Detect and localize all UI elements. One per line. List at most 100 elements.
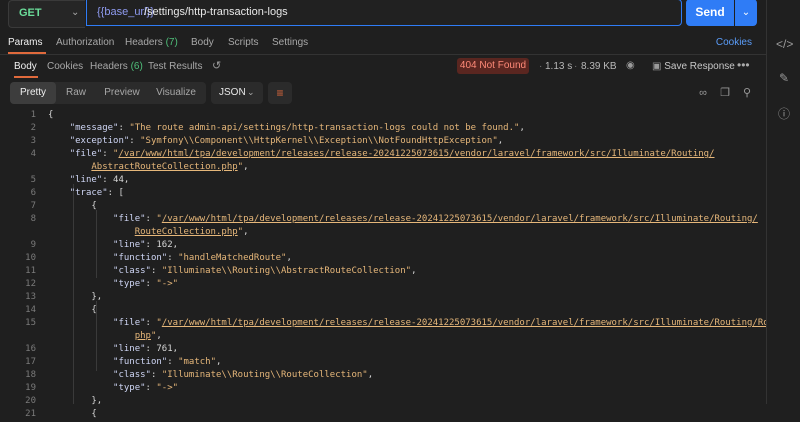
code-line: 11 "class": "Illuminate\\Routing\\Abstra… (0, 266, 766, 279)
line-number: 17 (25, 357, 36, 367)
code-line: 12 "type": "->" (0, 279, 766, 292)
line-number: 13 (25, 292, 36, 302)
search-icon[interactable]: ⚲ (740, 86, 754, 100)
line-number: 5 (30, 175, 36, 185)
view-visualize[interactable]: Visualize (148, 82, 204, 104)
tab-headers[interactable]: Headers (7) (125, 37, 178, 48)
more-options-icon[interactable]: ••• (737, 58, 750, 72)
wrap-lines-icon[interactable]: ≡ (268, 82, 292, 104)
code-line: RouteCollection.php", (0, 227, 766, 240)
response-toolbar: Pretty Raw Preview Visualize JSON ⌄ ≡ ∞ … (0, 80, 766, 108)
code-text: "message": "The route admin-api/settings… (69, 123, 525, 133)
response-body[interactable]: 1{2 "message": "The route admin-api/sett… (0, 108, 796, 419)
code-line: 13 }, (0, 292, 766, 305)
code-line: 17 "function": "match", (0, 357, 766, 370)
code-line: 2 "message": "The route admin-api/settin… (0, 123, 766, 136)
line-number: 6 (30, 188, 36, 198)
active-tab-indicator (14, 76, 38, 78)
code-line: 14 { (0, 305, 766, 318)
comments-icon[interactable]: ✎ (776, 70, 792, 86)
code-line: 1{ (0, 110, 766, 123)
code-line: 15 "file": "/var/www/html/tpa/developmen… (0, 318, 796, 331)
url-input[interactable]: {{base_url}} /settings/http-transaction-… (86, 0, 682, 26)
method-select[interactable]: GET ⌄ (8, 0, 85, 28)
code-line: 21 { (0, 409, 766, 422)
code-line: 8 "file": "/var/www/html/tpa/development… (0, 214, 766, 227)
view-preview[interactable]: Preview (96, 82, 148, 104)
code-text: "file": "/var/www/html/tpa/development/r… (113, 318, 796, 328)
code-line: 16 "line": 761, (0, 344, 766, 357)
code-text: { (48, 305, 97, 315)
line-number: 20 (25, 396, 36, 406)
line-number: 7 (30, 201, 36, 211)
code-text: "file": "/var/www/html/tpa/development/r… (113, 214, 758, 224)
code-text: "function": "handleMatchedRoute", (113, 253, 292, 263)
right-sidebar: </> ✎ ⓘ (766, 0, 800, 404)
code-line: AbstractRouteCollection.php", (0, 162, 766, 175)
line-number: 11 (25, 266, 36, 276)
copy-icon[interactable]: ❐ (718, 86, 732, 100)
code-text: "type": "->" (113, 279, 179, 289)
line-number: 8 (30, 214, 36, 224)
response-size[interactable]: 8.39 KB (581, 61, 617, 72)
tab-params[interactable]: Params (8, 37, 42, 48)
code-text: }, (48, 292, 103, 302)
code-text: "line": 44, (69, 175, 130, 185)
response-tab-test-results[interactable]: Test Results (148, 61, 202, 72)
globe-icon[interactable]: ◉ (626, 60, 635, 71)
send-button[interactable]: Send (686, 0, 734, 26)
view-pretty[interactable]: Pretty (10, 82, 56, 104)
line-number: 18 (25, 370, 36, 380)
tab-headers-label: Headers (125, 37, 163, 48)
code-text: "function": "match", (113, 357, 222, 367)
dot-separator: · (574, 61, 578, 72)
history-icon[interactable]: ↺ (212, 59, 226, 73)
send-options-button[interactable]: ⌄ (735, 0, 757, 26)
response-time[interactable]: 1.13 s (545, 61, 572, 72)
tab-settings[interactable]: Settings (272, 37, 308, 48)
code-text: "class": "Illuminate\\Routing\\RouteColl… (113, 370, 374, 380)
save-icon: ▣ (652, 61, 662, 72)
code-line: 6 "trace": [ (0, 188, 766, 201)
line-number: 2 (30, 123, 36, 133)
line-number: 4 (30, 149, 36, 159)
line-number: 9 (30, 240, 36, 250)
chevron-down-icon: ⌄ (741, 7, 751, 18)
code-line: 4 "file": "/var/www/html/tpa/development… (0, 149, 766, 162)
line-number: 14 (25, 305, 36, 315)
code-line: php", (0, 331, 766, 344)
tab-body[interactable]: Body (191, 37, 214, 48)
view-raw[interactable]: Raw (56, 82, 96, 104)
code-text: "type": "->" (113, 383, 179, 393)
line-number: 19 (25, 383, 36, 393)
code-text: "trace": [ (69, 188, 124, 198)
tab-authorization[interactable]: Authorization (56, 37, 114, 48)
status-badge[interactable]: 404 Not Found (457, 58, 529, 74)
line-number: 3 (30, 136, 36, 146)
line-number: 21 (25, 409, 36, 419)
line-number: 10 (25, 253, 36, 263)
view-mode-switch: Pretty Raw Preview Visualize (10, 82, 206, 104)
method-label: GET (19, 7, 42, 19)
code-line: 3 "exception": "Symfony\\Component\\Http… (0, 136, 766, 149)
code-text: AbstractRouteCollection.php", (91, 162, 249, 172)
code-line: 7 { (0, 201, 766, 214)
link-icon[interactable]: ∞ (696, 86, 710, 100)
response-tabs: Body Cookies Headers (6) Test Results ↺ … (0, 55, 766, 79)
save-response-button[interactable]: ▣ Save Response (652, 61, 735, 72)
code-line: 20 }, (0, 396, 766, 409)
cookies-link[interactable]: Cookies (716, 37, 752, 48)
tab-scripts[interactable]: Scripts (228, 37, 259, 48)
line-number: 1 (30, 110, 36, 120)
response-tab-cookies[interactable]: Cookies (47, 61, 83, 72)
format-select[interactable]: JSON ⌄ (211, 82, 263, 104)
code-text: { (48, 201, 97, 211)
code-text: "line": 761, (113, 344, 179, 354)
response-tab-headers[interactable]: Headers (6) (90, 61, 143, 72)
tab-headers-count: (7) (165, 37, 178, 48)
info-icon[interactable]: ⓘ (776, 106, 792, 122)
code-icon[interactable]: </> (776, 36, 793, 52)
request-tabs: Params Authorization Headers (7) Body Sc… (0, 30, 766, 54)
code-text: { (48, 409, 97, 419)
response-tab-body[interactable]: Body (14, 61, 37, 72)
